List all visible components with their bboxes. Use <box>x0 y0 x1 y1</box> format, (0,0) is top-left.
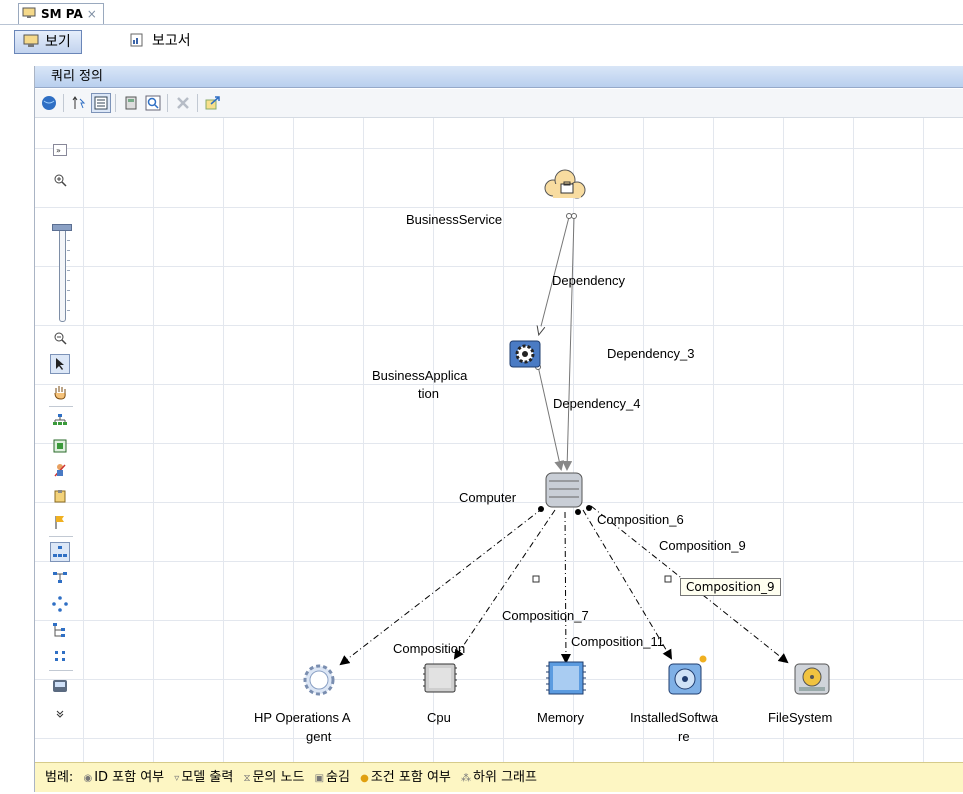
gear-icon[interactable] <box>509 340 541 368</box>
edge-label-composition-6: Composition_6 <box>597 512 684 527</box>
tab-label: SM PA <box>41 7 83 21</box>
report-button[interactable]: 보고서 <box>122 30 201 52</box>
query-node-icon: ⧖ <box>243 773 251 784</box>
cloud-icon[interactable] <box>544 169 586 199</box>
node-label-cpu: Cpu <box>427 710 451 725</box>
graph-canvas[interactable]: » BusinessService BusinessApplica tion C… <box>35 118 963 762</box>
legend-item-hidden: 숨김 <box>326 770 350 785</box>
edge-label-dependency-4: Dependency_4 <box>553 396 640 411</box>
edge-label-composition-7: Composition_7 <box>502 608 589 623</box>
edge-label-dependency: Dependency <box>552 273 625 288</box>
tab-close-icon[interactable]: × <box>87 7 97 21</box>
monitor-icon <box>23 34 39 47</box>
edge-label-dependency-3: Dependency_3 <box>607 346 694 361</box>
legend-item-id: ID 포함 여부 <box>94 770 165 785</box>
globe-icon[interactable] <box>39 93 59 113</box>
node-label-hp-agent-1: HP Operations A <box>254 710 351 725</box>
subgraph-icon: ⁂ <box>461 773 472 784</box>
view-button[interactable]: 보기 <box>14 30 82 54</box>
edge-label-composition-11: Composition_11 <box>571 634 664 649</box>
preview-icon[interactable] <box>143 93 163 113</box>
properties-list-icon[interactable] <box>91 93 111 113</box>
tab-sm-pa[interactable]: SM PA × <box>18 3 104 24</box>
node-label-memory: Memory <box>537 710 584 725</box>
node-label-installed-software-2: re <box>678 729 690 744</box>
delete-icon[interactable] <box>173 93 193 113</box>
edge-tooltip: Composition_9 <box>680 578 781 596</box>
cpu-chip-icon[interactable] <box>423 663 457 693</box>
software-disc-icon[interactable] <box>668 655 707 695</box>
edge-label-composition-9: Composition_9 <box>659 538 746 553</box>
sort-icon[interactable] <box>69 93 89 113</box>
id-include-icon: ◉ <box>83 773 93 784</box>
legend-item-condition: 조건 포함 여부 <box>370 770 451 785</box>
legend-bar: 범례: ◉ ID 포함 여부 ▿ 모델 출력 ⧖ 문의 노드 ▣ 숨김 ● 조건 포함 여… <box>35 762 963 792</box>
monitor-icon <box>22 7 36 18</box>
edge-composition-7[interactable] <box>560 511 571 664</box>
query-toolbar <box>35 89 963 118</box>
harddisk-icon[interactable] <box>794 663 830 695</box>
query-definition-panel: 쿼리 정의 » BusinessService BusinessApplica … <box>34 66 963 792</box>
node-label-business-service: BusinessService <box>406 212 502 227</box>
legend-title: 범례: <box>45 770 74 785</box>
edge-dependency-3[interactable] <box>562 216 575 471</box>
edge-label-composition: Composition <box>393 641 465 656</box>
query-graph: BusinessService BusinessApplica tion Com… <box>254 169 832 744</box>
node-label-filesystem: FileSystem <box>768 710 832 725</box>
node-label-business-application-1: BusinessApplica <box>372 368 468 383</box>
legend-item-subgraph: 하위 그래프 <box>473 770 537 785</box>
report-icon <box>130 33 143 47</box>
panel-title: 쿼리 정의 <box>35 66 963 88</box>
view-switcher: 보기 보고서 <box>0 25 963 57</box>
hidden-icon: ▣ <box>314 773 325 784</box>
memory-chip-icon[interactable] <box>546 661 586 695</box>
node-label-hp-agent-2: gent <box>306 729 332 744</box>
export-icon[interactable] <box>203 93 223 113</box>
calculator-icon[interactable] <box>121 93 141 113</box>
condition-icon: ● <box>360 773 369 784</box>
view-button-label: 보기 <box>45 34 71 50</box>
node-label-business-application-2: tion <box>418 386 439 401</box>
tab-bar: SM PA × <box>0 0 963 25</box>
legend-item-query: 문의 노드 <box>252 770 305 785</box>
edge-composition-cpu[interactable] <box>453 509 556 660</box>
agent-gear-icon[interactable] <box>303 664 335 696</box>
left-splitter[interactable] <box>0 66 10 792</box>
legend-item-model: 모델 출력 <box>181 770 234 785</box>
node-label-computer: Computer <box>459 490 517 505</box>
model-output-icon: ▿ <box>174 773 180 784</box>
node-label-installed-software-1: InstalledSoftwa <box>630 710 719 725</box>
edge-dependency-4[interactable] <box>537 365 565 471</box>
server-icon[interactable] <box>545 472 583 508</box>
report-button-label: 보고서 <box>152 33 191 49</box>
